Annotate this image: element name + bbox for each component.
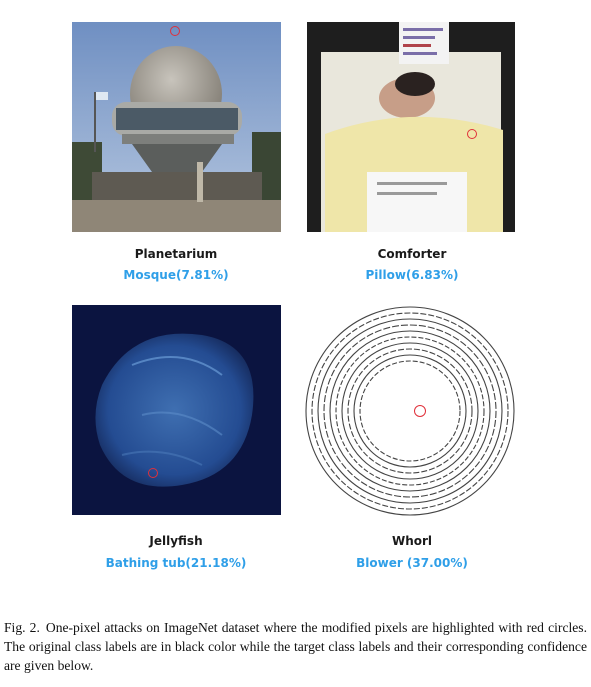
target-label-whorl: Blower (37.00%) — [356, 556, 468, 570]
original-label-comforter: Comforter — [377, 247, 447, 261]
comforter-image — [307, 22, 515, 232]
red-circle-marker — [467, 129, 477, 139]
red-circle-marker — [148, 468, 158, 478]
original-label-whorl: Whorl — [391, 534, 433, 548]
whorl-image — [304, 305, 517, 518]
planetarium-image — [72, 22, 281, 232]
original-label-jellyfish: Jellyfish — [149, 534, 203, 548]
jellyfish-image — [72, 305, 281, 515]
target-label-planetarium: Mosque(7.81%) — [123, 268, 229, 282]
target-label-comforter: Pillow(6.83%) — [365, 268, 459, 282]
original-label-planetarium: Planetarium — [134, 247, 218, 261]
target-label-jellyfish: Bathing tub(21.18%) — [105, 556, 247, 570]
caption-text: One-pixel attacks on ImageNet dataset wh… — [4, 620, 587, 673]
figure-caption: Fig. 2. One-pixel attacks on ImageNet dat… — [4, 618, 587, 675]
figure-number: Fig. 2. — [4, 620, 40, 635]
red-circle-marker — [170, 26, 180, 36]
red-circle-marker — [414, 405, 426, 417]
